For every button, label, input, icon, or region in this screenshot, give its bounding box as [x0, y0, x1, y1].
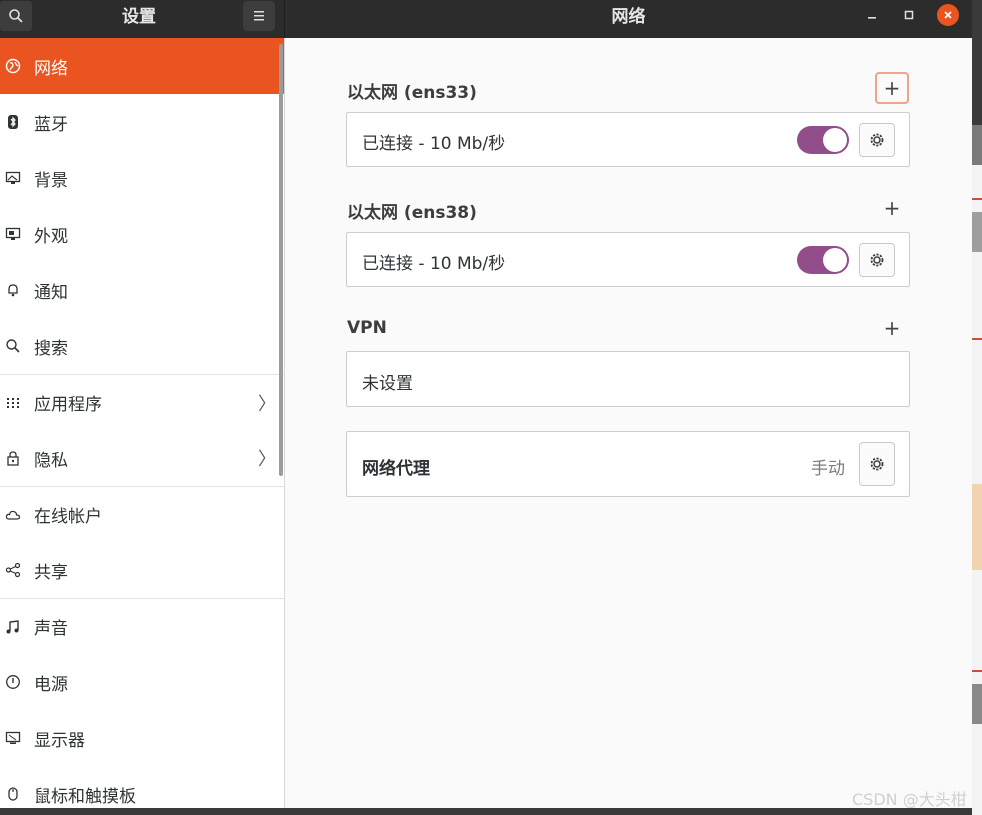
ethernet-ens33-row: 已连接 - 10 Mb/秒 [346, 112, 910, 167]
vpn-status: 未设置 [362, 374, 413, 394]
hamburger-menu-icon [254, 11, 264, 21]
search-icon [5, 338, 21, 354]
sidebar-item-label: 蓝牙 [34, 114, 68, 135]
gear-icon [870, 457, 884, 471]
connection-status: 已连接 - 10 Mb/秒 [362, 254, 506, 274]
sidebar-item-label: 在线帐户 [34, 507, 102, 527]
sidebar-item-applications[interactable]: 应用程序 〉 [0, 374, 284, 430]
sidebar-item-power[interactable]: 电源 [0, 654, 284, 710]
sidebar-item-label: 通知 [34, 282, 68, 303]
plus-icon: + [883, 316, 901, 340]
menu-button[interactable] [243, 1, 275, 31]
maximize-button[interactable] [898, 4, 920, 26]
ethernet-ens38-settings-button[interactable] [859, 243, 895, 277]
mouse-icon [5, 786, 21, 802]
power-icon [5, 674, 21, 690]
sidebar-item-label: 电源 [34, 674, 68, 695]
vpn-row: 未设置 [346, 351, 910, 407]
section-title-ethernet-ens33: 以太网 (ens33) [347, 83, 477, 103]
search-button[interactable] [0, 1, 32, 31]
close-button[interactable] [937, 4, 959, 26]
sidebar-item-sharing[interactable]: 共享 [0, 542, 284, 598]
settings-window: 设置 网络 网络 蓝牙 背景 外观 通知 搜索 应用程序 〉 隐私 〉 在线帐户… [0, 0, 972, 808]
sidebar-item-label: 搜索 [34, 338, 68, 359]
sidebar-header: 设置 [0, 0, 285, 38]
sidebar-title: 设置 [122, 7, 156, 27]
proxy-settings-button[interactable] [859, 442, 895, 486]
display-icon [5, 730, 21, 746]
cloud-icon [5, 507, 21, 523]
sidebar-item-label: 声音 [34, 619, 68, 639]
sidebar-item-label: 背景 [34, 170, 68, 191]
add-connection-ens38-button[interactable]: + [875, 192, 909, 224]
gear-icon [870, 253, 884, 267]
lock-icon [5, 450, 21, 466]
add-connection-ens33-button[interactable]: + [875, 72, 909, 104]
sidebar-item-bluetooth[interactable]: 蓝牙 [0, 94, 284, 150]
minimize-button[interactable] [861, 4, 883, 26]
sidebar-item-label: 鼠标和触摸板 [34, 786, 136, 807]
proxy-mode: 手动 [811, 459, 845, 479]
sidebar-item-label: 外观 [34, 226, 68, 247]
minimize-icon [868, 17, 876, 19]
connection-status: 已连接 - 10 Mb/秒 [362, 134, 506, 154]
sidebar-item-notifications[interactable]: 通知 [0, 262, 284, 318]
sidebar-item-label: 网络 [34, 58, 68, 79]
music-note-icon [5, 619, 21, 635]
sidebar-item-appearance[interactable]: 外观 [0, 206, 284, 262]
search-icon [9, 9, 23, 23]
network-icon [5, 58, 21, 74]
sidebar-item-mouse-touchpad[interactable]: 鼠标和触摸板 [0, 766, 284, 808]
sidebar-item-displays[interactable]: 显示器 [0, 710, 284, 766]
sidebar-item-network[interactable]: 网络 [0, 38, 284, 94]
sidebar-item-background[interactable]: 背景 [0, 150, 284, 206]
gear-icon [870, 133, 884, 147]
share-icon [5, 562, 21, 578]
sidebar: 网络 蓝牙 背景 外观 通知 搜索 应用程序 〉 隐私 〉 在线帐户 共享 声音… [0, 38, 285, 808]
bell-icon [5, 282, 21, 298]
close-icon [944, 11, 952, 19]
section-title-vpn: VPN [347, 318, 387, 338]
plus-icon: + [883, 196, 901, 220]
appearance-icon [5, 226, 21, 242]
sidebar-item-label: 共享 [34, 562, 68, 583]
apps-grid-icon [5, 395, 21, 411]
sidebar-item-online-accounts[interactable]: 在线帐户 [0, 486, 284, 542]
sidebar-item-sound[interactable]: 声音 [0, 598, 284, 654]
sidebar-item-label: 隐私 [34, 450, 68, 471]
proxy-label: 网络代理 [362, 459, 430, 479]
sidebar-item-label: 应用程序 [34, 395, 102, 415]
toggle-knob [823, 128, 847, 152]
background-icon [5, 170, 21, 186]
section-title-ethernet-ens38: 以太网 (ens38) [347, 203, 477, 223]
toggle-knob [823, 248, 847, 272]
chevron-right-icon: 〉 [258, 393, 276, 415]
background-window-strip [972, 0, 982, 815]
bluetooth-icon [5, 114, 21, 130]
ethernet-ens33-settings-button[interactable] [859, 123, 895, 157]
sidebar-item-label: 显示器 [34, 730, 85, 751]
ethernet-ens33-toggle[interactable] [797, 126, 849, 154]
watermark: CSDN @大头柑 [852, 790, 967, 809]
sidebar-scrollbar[interactable] [279, 44, 283, 476]
add-vpn-button[interactable]: + [875, 312, 909, 344]
network-proxy-row[interactable]: 网络代理 手动 [346, 431, 910, 497]
ethernet-ens38-toggle[interactable] [797, 246, 849, 274]
sidebar-item-search[interactable]: 搜索 [0, 318, 284, 374]
chevron-right-icon: 〉 [258, 449, 276, 470]
sidebar-item-privacy[interactable]: 隐私 〉 [0, 430, 284, 486]
header-bar: 设置 网络 [0, 0, 972, 38]
maximize-icon [904, 10, 914, 20]
network-panel: 以太网 (ens33) + 已连接 - 10 Mb/秒 以太网 (ens38) … [285, 38, 972, 808]
ethernet-ens38-row: 已连接 - 10 Mb/秒 [346, 232, 910, 287]
plus-icon: + [883, 76, 901, 100]
